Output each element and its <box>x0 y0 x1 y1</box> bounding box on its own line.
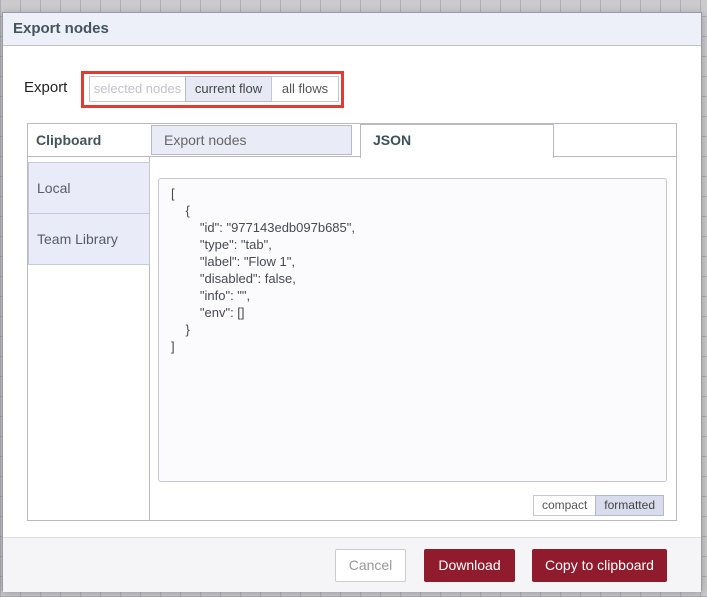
tab-clipboard[interactable]: Clipboard <box>36 124 101 157</box>
export-destination-panel: Clipboard Export nodes JSON Local Team L… <box>27 123 677 521</box>
sidebar-item-local[interactable]: Local <box>28 162 150 214</box>
copy-to-clipboard-button[interactable]: Copy to clipboard <box>532 548 667 582</box>
dialog-footer: Cancel Download Copy to clipboard <box>3 537 701 592</box>
content-tab-strip: Clipboard Export nodes JSON <box>28 124 676 158</box>
workspace-canvas: Export nodes Export selected nodes curre… <box>0 0 707 597</box>
sidebar-item-team-library[interactable]: Team Library <box>28 213 150 265</box>
tab-export-nodes[interactable]: Export nodes <box>151 125 352 155</box>
tab-json[interactable]: JSON <box>360 124 554 158</box>
scope-current-flow-button[interactable]: current flow <box>185 76 272 102</box>
export-scope-button-group: selected nodes current flow all flows <box>89 76 339 102</box>
scope-all-flows-button[interactable]: all flows <box>271 76 339 102</box>
download-button[interactable]: Download <box>424 548 515 582</box>
cancel-button[interactable]: Cancel <box>335 548 406 582</box>
export-scope-label: Export <box>24 79 68 96</box>
destination-sidebar: Local Team Library <box>28 157 150 520</box>
format-formatted-button[interactable]: formatted <box>595 495 664 516</box>
scope-selected-nodes-button[interactable]: selected nodes <box>89 76 186 102</box>
export-nodes-dialog: Export nodes Export selected nodes curre… <box>2 12 702 592</box>
json-preview-area[interactable]: [ { "id": "977143edb097b685", "type": "t… <box>158 178 667 482</box>
json-preview-text: [ { "id": "977143edb097b685", "type": "t… <box>171 186 355 354</box>
json-format-button-group: compact formatted <box>532 495 664 516</box>
dialog-title: Export nodes <box>3 13 701 46</box>
format-compact-button[interactable]: compact <box>532 495 597 516</box>
